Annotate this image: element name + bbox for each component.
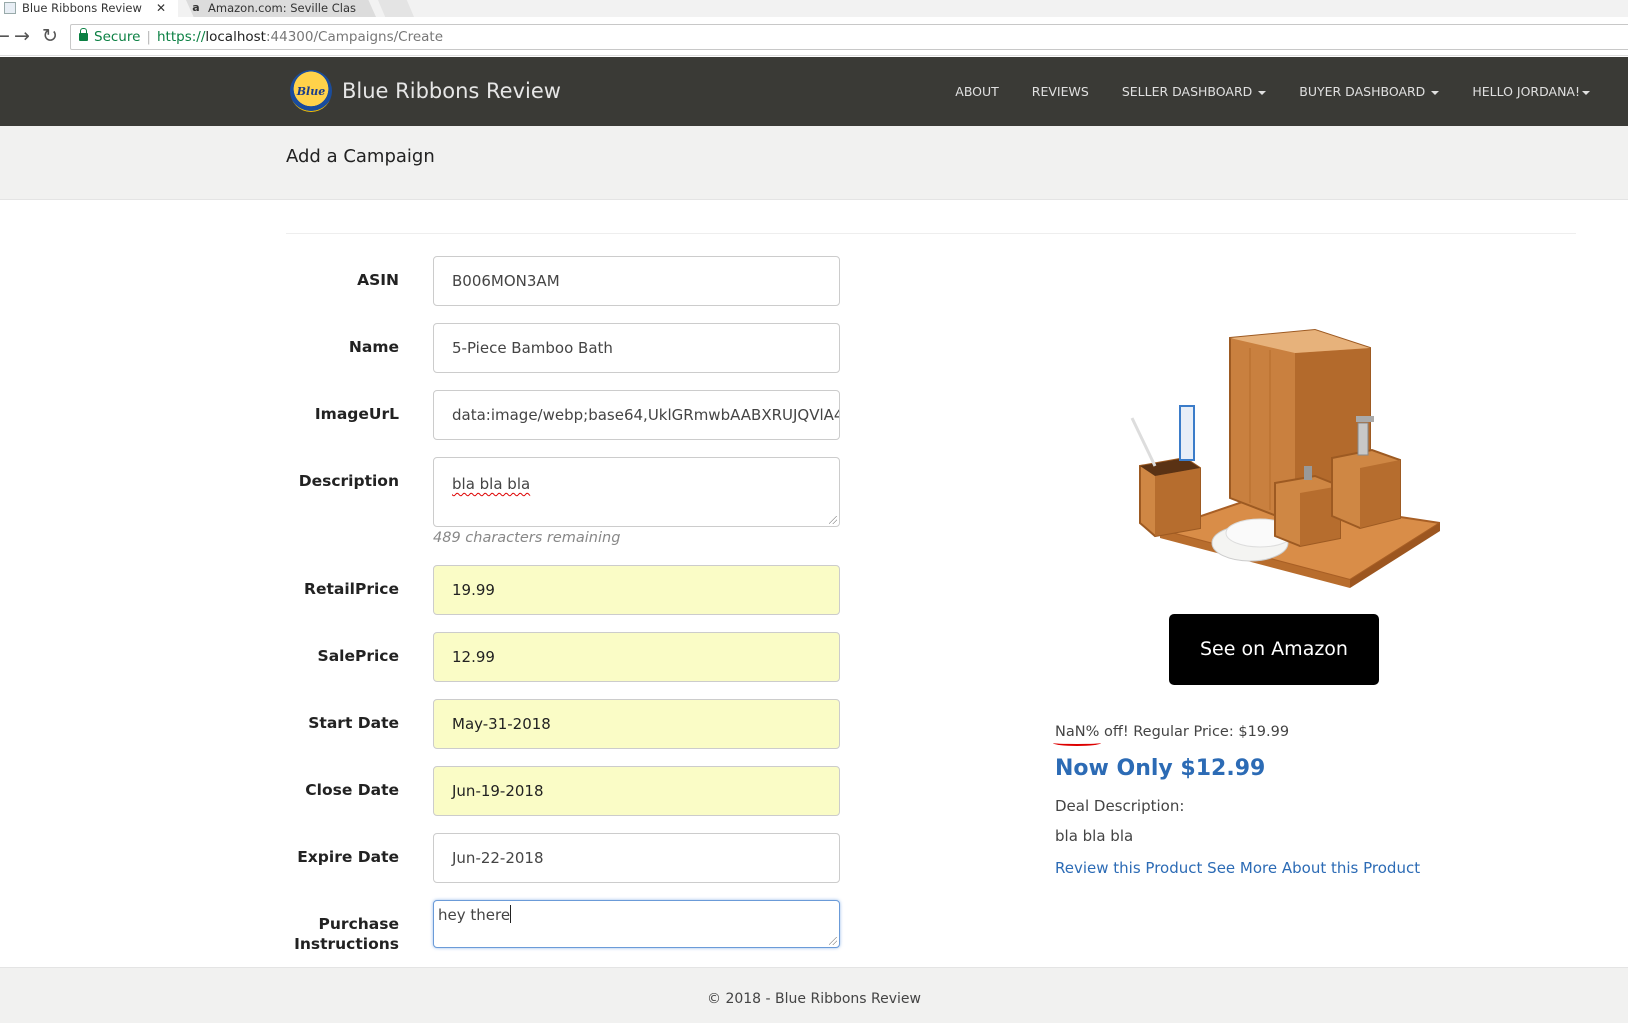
deal-description-label: Deal Description: (1055, 797, 1185, 815)
separator: | (146, 29, 151, 45)
nav-about[interactable]: ABOUT (955, 84, 999, 99)
url-path: :44300/Campaigns/Create (265, 29, 444, 45)
resize-handle-icon[interactable] (829, 516, 837, 524)
purchase-label-line1: Purchase (318, 915, 399, 933)
nav-reviews[interactable]: REVIEWS (1032, 84, 1089, 99)
retailprice-label: RetailPrice (304, 580, 399, 598)
saleprice-label: SalePrice (317, 647, 399, 665)
discount-text: NaN% off! Regular Price: $19.99 (1055, 724, 1289, 740)
caret-down-icon (1582, 90, 1590, 95)
closedate-label: Close Date (305, 781, 399, 799)
brand-link[interactable]: Blue Blue Ribbons Review (290, 67, 561, 115)
startdate-label: Start Date (308, 714, 399, 732)
secure-label: Secure (94, 29, 141, 45)
name-field[interactable]: 5-Piece Bamboo Bath (433, 323, 840, 373)
see-more-link[interactable]: See More About this Product (1207, 859, 1420, 877)
page-title: Add a Campaign (286, 146, 435, 167)
close-icon[interactable]: ✕ (156, 0, 166, 16)
expiredate-label: Expire Date (297, 848, 399, 866)
name-label: Name (348, 338, 399, 356)
saleprice-field[interactable]: 12.99 (433, 632, 840, 682)
text-cursor (510, 905, 512, 923)
tab-title: Blue Ribbons Review (22, 1, 142, 15)
description-text: bla bla bla (452, 475, 531, 493)
purchase-label-line2: Instructions (294, 935, 399, 953)
divider (286, 233, 1576, 234)
amazon-icon: a (192, 1, 200, 14)
see-on-amazon-button[interactable]: See on Amazon (1169, 614, 1379, 685)
description-textarea[interactable]: bla bla bla (433, 457, 840, 527)
asin-field[interactable]: B006MON3AM (433, 256, 840, 306)
regular-price: off! Regular Price: $19.99 (1099, 724, 1290, 740)
purchase-instructions-textarea[interactable]: hey there (433, 900, 840, 948)
product-image (1130, 328, 1440, 588)
browser-tab-bar: Blue Ribbons Review ✕ a Amazon.com: Sevi… (0, 0, 1628, 17)
purchase-label: Purchase Instructions (259, 914, 399, 954)
characters-remaining: 489 characters remaining (433, 530, 621, 546)
page-icon (4, 2, 16, 14)
sale-price-headline: Now Only $12.99 (1055, 756, 1266, 781)
page-header: Add a Campaign (0, 126, 1628, 200)
nav-seller-dashboard[interactable]: SELLER DASHBOARD (1121, 84, 1267, 99)
nav-label: BUYER DASHBOARD (1299, 84, 1426, 99)
url-scheme: https:// (156, 29, 206, 45)
new-tab-button[interactable] (378, 0, 414, 17)
purchase-text: hey there (438, 906, 511, 924)
asin-label: ASIN (357, 271, 399, 289)
nav-user-menu[interactable]: HELLO JORDANA! (1472, 84, 1590, 99)
site-navbar: Blue Blue Ribbons Review ABOUT REVIEWS S… (0, 57, 1628, 126)
blue-ribbon-logo-icon: Blue (290, 70, 332, 112)
closedate-field[interactable]: Jun-19-2018 (433, 766, 840, 816)
tab-amazon[interactable]: a Amazon.com: Seville Clas (186, 0, 376, 17)
deal-description: bla bla bla (1055, 827, 1134, 845)
imageurl-field[interactable]: data:image/webp;base64,UklGRmwbAABXRUJQV… (433, 390, 840, 440)
nav-label: SELLER DASHBOARD (1121, 84, 1253, 99)
product-links: Review this Product See More About this … (1055, 859, 1420, 877)
resize-handle-icon[interactable] (829, 937, 837, 945)
back-icon[interactable]: ← (0, 25, 10, 47)
copyright-text: © 2018 - Blue Ribbons Review (707, 991, 921, 1007)
lock-icon (79, 28, 88, 41)
imageurl-label: ImageUrL (314, 405, 399, 423)
retailprice-field[interactable]: 19.99 (433, 565, 840, 615)
url-input[interactable]: Secure | https://localhost:44300/Campaigns… (70, 24, 1628, 50)
review-product-link[interactable]: Review this Product (1055, 859, 1202, 877)
brand-name: Blue Ribbons Review (342, 79, 561, 103)
forward-icon[interactable]: → (14, 25, 30, 47)
discount-percent: NaN% (1055, 724, 1100, 740)
expiredate-field[interactable]: Jun-22-2018 (433, 833, 840, 883)
address-bar: ← → ↻ Secure | https://localhost:44300/Cam… (0, 17, 1628, 56)
nav-buyer-dashboard[interactable]: BUYER DASHBOARD (1299, 84, 1440, 99)
url-host: localhost (205, 29, 266, 45)
footer: © 2018 - Blue Ribbons Review (0, 967, 1628, 1023)
caret-down-icon (1431, 90, 1440, 95)
reload-icon[interactable]: ↻ (42, 25, 58, 47)
tab-title: Amazon.com: Seville Clas (208, 1, 356, 15)
nav-links: ABOUT REVIEWS SELLER DASHBOARD BUYER DAS… (922, 57, 1590, 126)
description-label: Description (298, 472, 399, 490)
startdate-field[interactable]: May-31-2018 (433, 699, 840, 749)
nav-label: HELLO JORDANA! (1472, 84, 1580, 99)
tab-blue-ribbons-review[interactable]: Blue Ribbons Review ✕ (0, 0, 178, 17)
caret-down-icon (1258, 90, 1267, 95)
